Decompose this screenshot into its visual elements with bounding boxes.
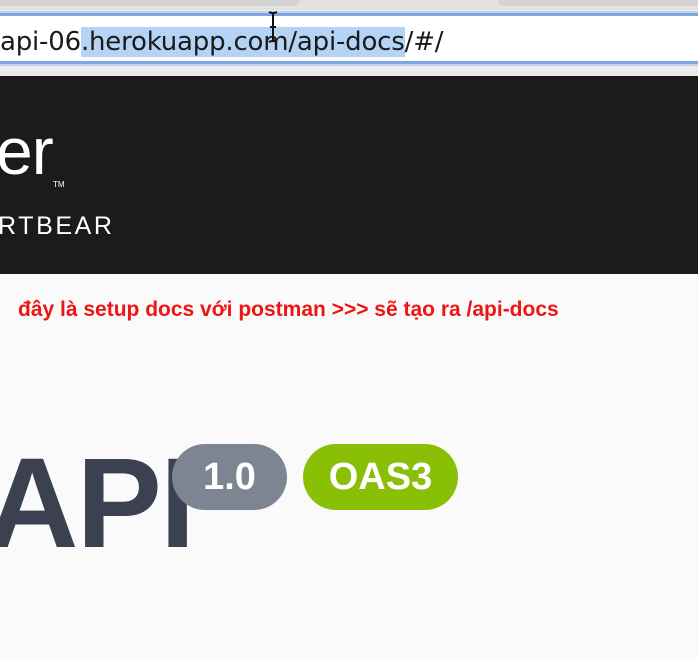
url-prefix: api-06 xyxy=(0,27,81,57)
tab-strip xyxy=(0,0,698,10)
api-title: API xyxy=(0,432,195,575)
version-badge: 1.0 xyxy=(172,444,287,510)
url-selection: .herokuapp.com/api-docs xyxy=(80,27,405,57)
browser-tab[interactable] xyxy=(0,0,300,6)
url-suffix: /#/ xyxy=(404,27,444,57)
oas-badge: OAS3 xyxy=(303,444,458,510)
url-text[interactable]: api-06.herokuapp.com/api-docs/#/ xyxy=(0,23,444,61)
brand-subtitle: RTBEAR xyxy=(0,212,115,240)
trademark-mark: TM xyxy=(53,180,65,189)
browser-tab[interactable] xyxy=(498,0,698,6)
brand-logo-text[interactable]: er xyxy=(0,118,54,184)
annotation-note: đây là setup docs với postman >>> sẽ tạo… xyxy=(18,298,559,321)
browser-chrome: api-06.herokuapp.com/api-docs/#/ xyxy=(0,0,698,76)
text-cursor-icon xyxy=(268,11,278,43)
swagger-topbar: er TM RTBEAR xyxy=(0,76,698,274)
screen: api-06.herokuapp.com/api-docs/#/ er TM R… xyxy=(0,0,698,660)
